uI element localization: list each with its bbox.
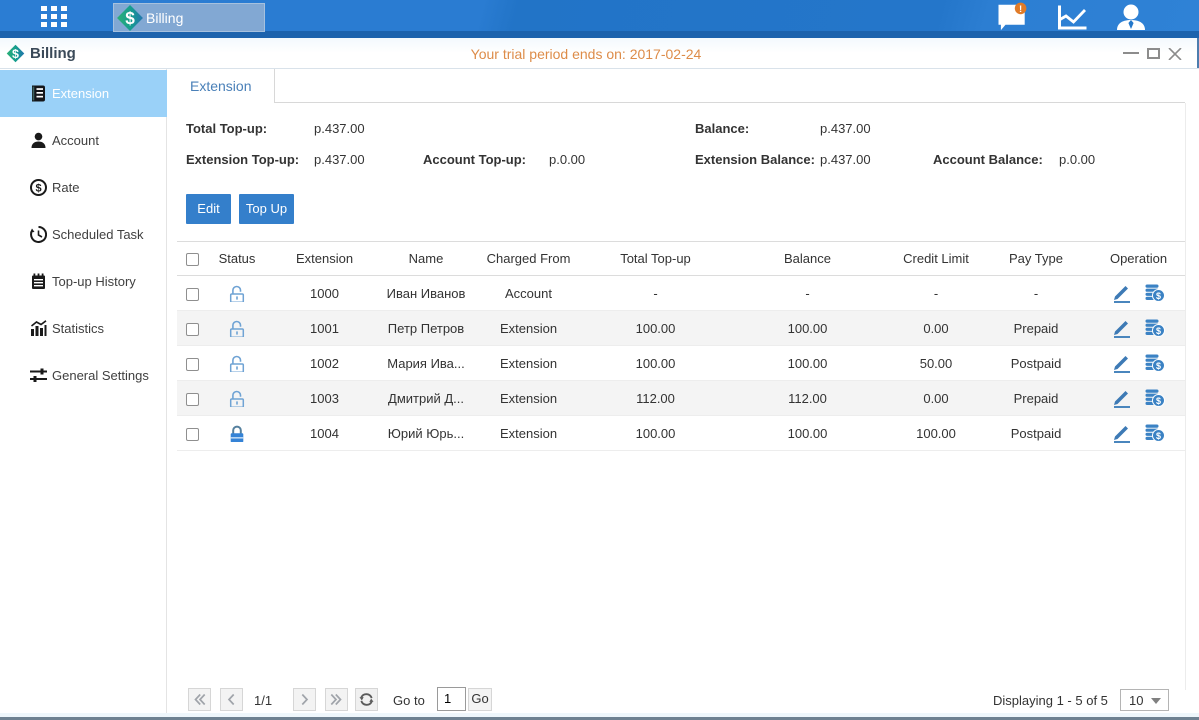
svg-text:$: $ — [35, 183, 41, 195]
svg-text:!: ! — [1019, 4, 1022, 15]
svg-text:$: $ — [125, 7, 135, 27]
